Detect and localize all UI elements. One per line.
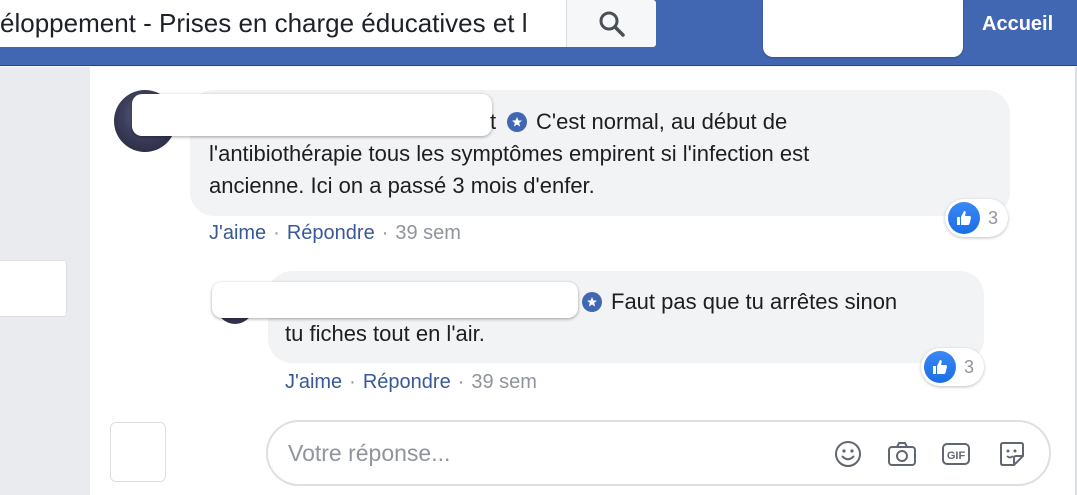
separator: · [457,371,465,393]
comment-text: Faut pas que tu arrêtes sinon [611,289,898,314]
comment-actions: J'aime · Répondre · 39 sem [209,220,461,246]
reactions-summary[interactable]: 3 [945,199,1009,237]
home-link[interactable]: Accueil [982,11,1053,37]
comment-actions: J'aime · Répondre · 39 sem [285,369,537,395]
timestamp[interactable]: 39 sem [395,222,461,244]
search-icon [599,11,625,37]
gif-button[interactable]: GIF [938,436,974,472]
verified-badge-icon [582,292,602,312]
reply-link[interactable]: Répondre [287,222,375,244]
search-field[interactable]: éloppement - Prises en charge éducatives… [0,0,566,47]
emoji-button[interactable] [830,436,866,472]
redacted-author-name [132,94,492,136]
timestamp[interactable]: 39 sem [471,371,537,393]
separator: · [349,371,356,393]
like-reaction-icon [924,351,956,383]
comment-text: l'antibiothérapie tous les symptômes emp… [209,141,810,166]
comment-text: C'est normal, au début de [536,109,788,134]
reply-input[interactable] [288,434,808,472]
reaction-count: 3 [988,207,999,228]
photo-button[interactable] [884,436,920,472]
left-card [0,260,67,317]
search-button[interactable] [566,0,656,47]
camera-icon [888,442,916,466]
reactions-summary[interactable]: 3 [921,348,985,386]
like-link[interactable]: J'aime [285,371,342,393]
separator: · [273,222,280,244]
verified-badge-icon [507,112,527,132]
svg-text:GIF: GIF [947,450,966,462]
redacted-profile [763,0,963,57]
gif-icon: GIF [942,443,970,465]
separator: · [381,222,389,244]
emoji-icon [835,441,861,467]
search-input[interactable]: éloppement - Prises en charge éducatives… [0,5,566,41]
author-name-suffix[interactable]: t [490,106,496,138]
redacted-author-name [212,282,578,318]
sticker-button[interactable] [994,436,1030,472]
comment-text: tu fiches tout en l'air. [285,321,485,346]
reply-link[interactable]: Répondre [363,371,451,393]
sticker-icon [1000,442,1024,466]
redacted-user-avatar [110,422,166,482]
top-bar: éloppement - Prises en charge éducatives… [0,0,1077,66]
left-column [0,67,90,495]
comment-text: ancienne. Ici on a passé 3 mois d'enfer. [209,173,595,198]
like-link[interactable]: J'aime [209,222,266,244]
reaction-count: 3 [964,356,975,377]
like-reaction-icon [948,202,980,234]
reply-composer[interactable]: GIF [266,420,1051,486]
